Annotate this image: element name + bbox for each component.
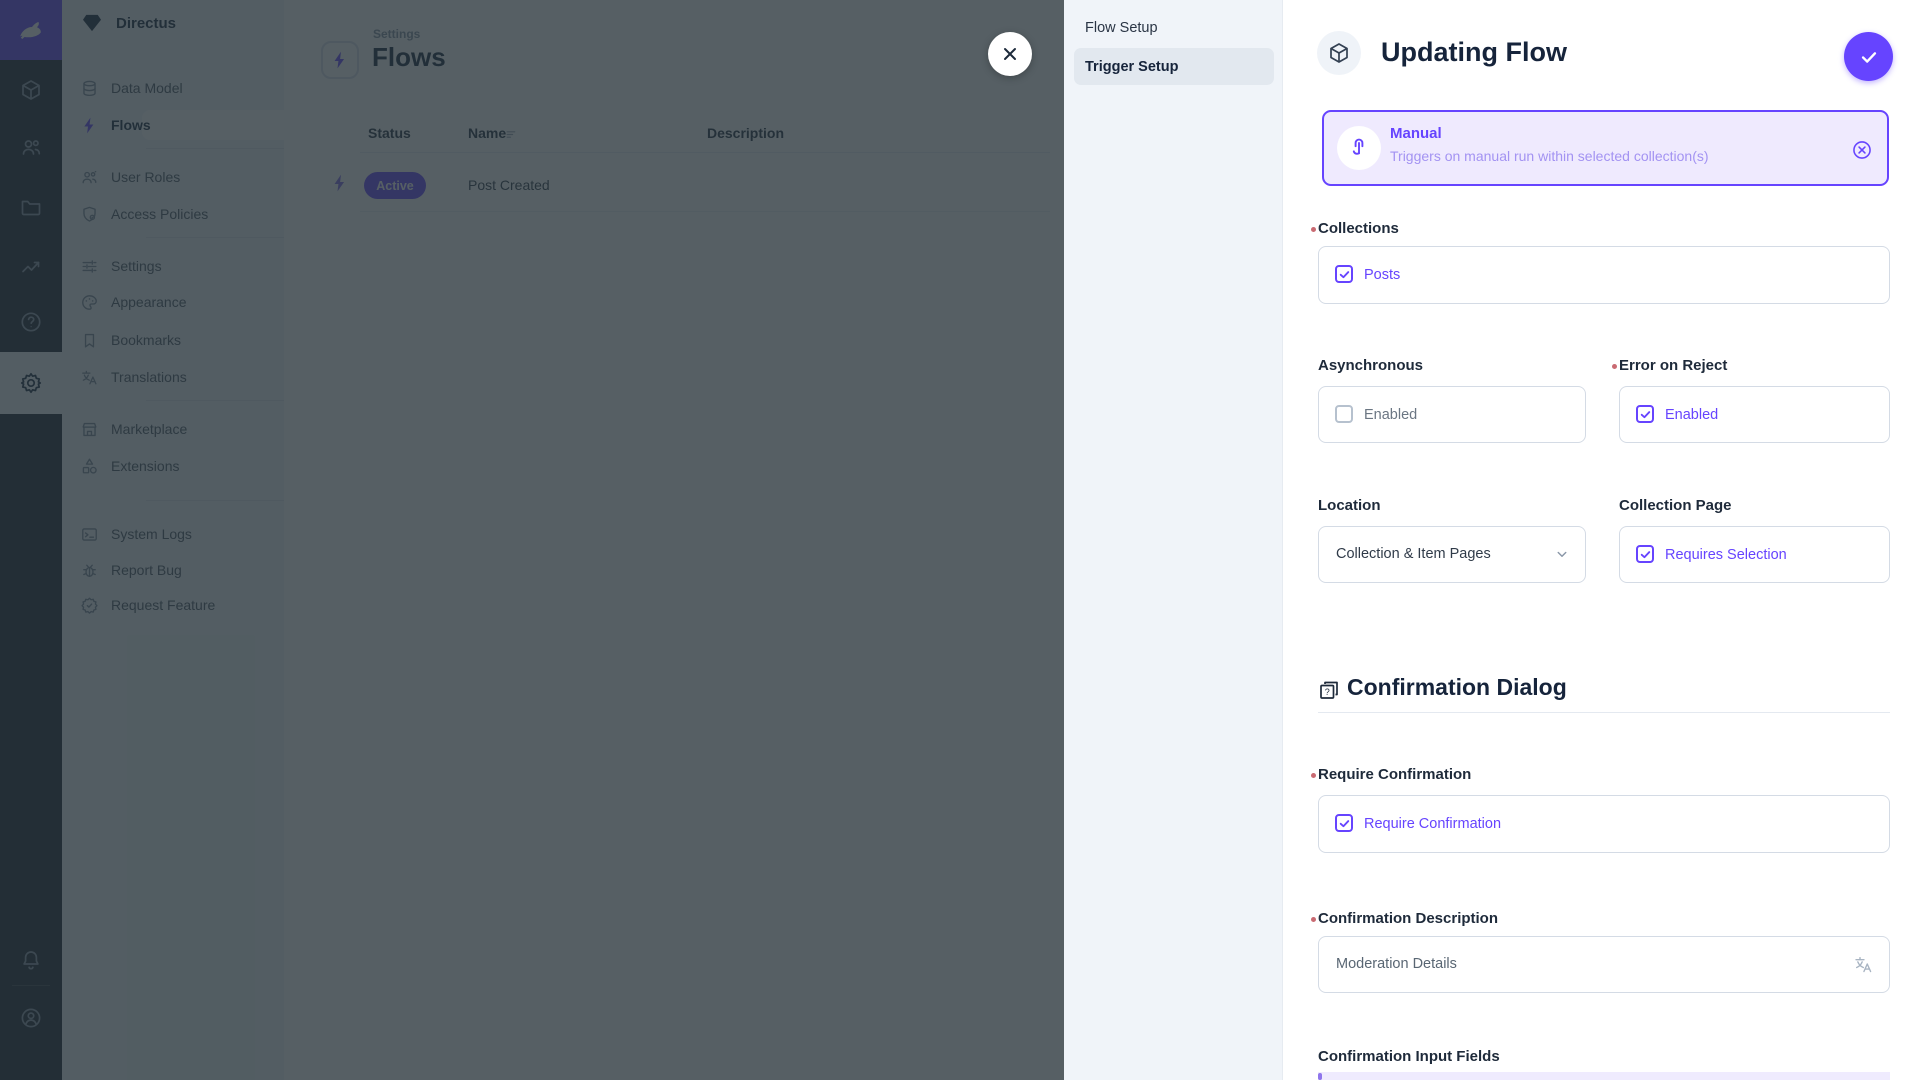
cube-icon [1327, 41, 1351, 65]
field-label-confirmation-input-fields: Confirmation Input Fields [1318, 1048, 1500, 1065]
posts-checkbox[interactable] [1335, 265, 1353, 283]
dialog-icon: ? [1317, 678, 1341, 707]
error-on-reject-field[interactable]: Enabled [1619, 386, 1890, 443]
requires-selection-checkbox[interactable] [1636, 545, 1654, 563]
drawer-title-icon-circle [1317, 31, 1361, 75]
requires-selection-checkbox-label: Requires Selection [1665, 547, 1787, 563]
field-label-location: Location [1318, 497, 1381, 514]
confirmation-input-fields-list-item[interactable] [1318, 1072, 1890, 1080]
collection-page-field[interactable]: Requires Selection [1619, 526, 1890, 583]
field-label-confirmation-description: Confirmation Description [1318, 910, 1498, 927]
trigger-card-description: Triggers on manual run within selected c… [1390, 148, 1709, 164]
list-item-accent [1318, 1073, 1322, 1080]
asynchronous-checkbox-label: Enabled [1364, 407, 1417, 423]
manual-trigger-icon [1347, 136, 1371, 160]
location-select[interactable]: Collection & Item Pages [1318, 526, 1586, 583]
require-confirmation-checkbox-label: Require Confirmation [1364, 816, 1501, 832]
required-dot [1311, 917, 1316, 922]
confirmation-description-input[interactable]: Moderation Details [1318, 936, 1890, 993]
translate-icon[interactable] [1853, 954, 1874, 980]
svg-text:?: ? [1325, 687, 1330, 697]
require-confirmation-checkbox[interactable] [1335, 814, 1353, 832]
section-title: Confirmation Dialog [1347, 674, 1567, 701]
required-dot [1311, 227, 1316, 232]
field-label-asynchronous: Asynchronous [1318, 357, 1423, 374]
field-label-collections: Collections [1318, 220, 1399, 237]
drawer-nav-trigger-setup[interactable]: Trigger Setup [1085, 59, 1178, 75]
field-label-require-confirmation: Require Confirmation [1318, 766, 1471, 783]
error-on-reject-checkbox[interactable] [1636, 405, 1654, 423]
field-label-error-on-reject: Error on Reject [1619, 357, 1727, 374]
required-dot [1612, 364, 1617, 369]
field-label-collection-page: Collection Page [1619, 497, 1732, 514]
location-select-value: Collection & Item Pages [1336, 546, 1491, 562]
posts-checkbox-label: Posts [1364, 267, 1400, 283]
drawer-title: Updating Flow [1381, 37, 1567, 68]
asynchronous-field[interactable]: Enabled [1318, 386, 1586, 443]
asynchronous-checkbox[interactable] [1335, 405, 1353, 423]
close-drawer-button[interactable] [988, 32, 1032, 76]
drawer-overlay[interactable] [0, 0, 1064, 1080]
check-icon [1858, 46, 1880, 68]
required-dot [1311, 773, 1316, 778]
close-icon [1001, 45, 1019, 63]
trigger-card-title: Manual [1390, 125, 1442, 142]
section-divider [1318, 712, 1890, 713]
confirmation-description-value: Moderation Details [1336, 956, 1457, 972]
trigger-icon-circle [1337, 126, 1381, 170]
collections-field[interactable]: Posts [1318, 246, 1890, 304]
drawer-nav: Flow Setup Trigger Setup [1064, 0, 1283, 1080]
require-confirmation-field[interactable]: Require Confirmation [1318, 795, 1890, 853]
save-button[interactable] [1844, 32, 1893, 81]
chevron-down-icon [1553, 545, 1571, 568]
trigger-card-manual[interactable]: Manual Triggers on manual run within sel… [1322, 110, 1889, 186]
drawer-nav-flow-setup[interactable]: Flow Setup [1085, 20, 1158, 36]
error-on-reject-checkbox-label: Enabled [1665, 407, 1718, 423]
deselect-trigger-icon[interactable] [1851, 139, 1873, 166]
drawer-panel: Updating Flow Manual Triggers on manual … [1283, 0, 1920, 1080]
